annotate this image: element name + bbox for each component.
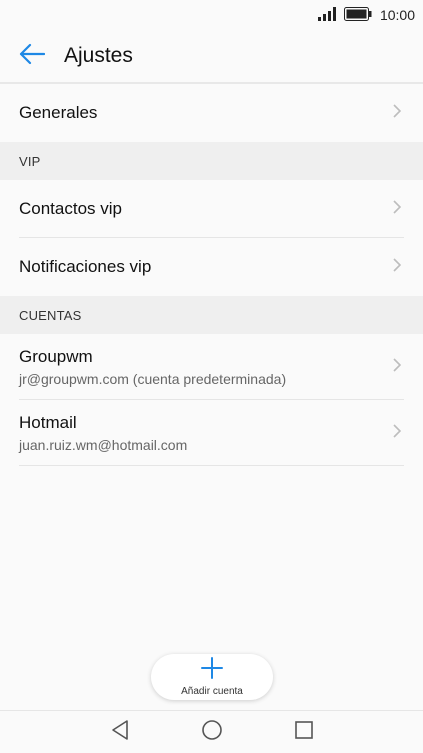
account-name: Hotmail xyxy=(19,413,77,432)
section-header-cuentas: CUENTAS xyxy=(0,296,423,334)
chevron-right-icon xyxy=(390,198,404,221)
page-title: Ajustes xyxy=(64,44,133,67)
status-bar: 10:00 xyxy=(0,0,423,30)
back-triangle-icon xyxy=(110,719,130,746)
settings-item-label: Notificaciones vip xyxy=(19,257,152,276)
signal-icon xyxy=(317,6,336,24)
home-circle-icon xyxy=(201,719,223,746)
settings-item-contactos-vip[interactable]: Contactos vip xyxy=(0,180,423,238)
nav-back-button[interactable] xyxy=(108,719,132,746)
chevron-right-icon xyxy=(390,422,404,445)
status-time: 10:00 xyxy=(379,7,415,23)
back-button[interactable] xyxy=(14,38,50,74)
settings-list: Generales VIP Contactos vip Notificacion… xyxy=(0,84,423,466)
section-header-vip: VIP xyxy=(0,142,423,180)
add-account-label: Añadir cuenta xyxy=(181,686,243,697)
settings-item-notificaciones-vip[interactable]: Notificaciones vip xyxy=(0,238,423,296)
nav-home-button[interactable] xyxy=(200,719,224,746)
account-email: jr@groupwm.com (cuenta predeterminada) xyxy=(19,371,287,387)
plus-icon xyxy=(201,657,223,684)
add-account-button[interactable]: Añadir cuenta xyxy=(151,654,273,700)
back-arrow-icon xyxy=(19,43,46,70)
account-name: Groupwm xyxy=(19,347,93,366)
settings-item-generales[interactable]: Generales xyxy=(0,84,423,142)
settings-item-label: Generales xyxy=(19,103,98,122)
account-email: juan.ruiz.wm@hotmail.com xyxy=(19,437,188,453)
app-bar: Ajustes xyxy=(0,30,423,84)
divider xyxy=(19,465,404,466)
account-item-groupwm[interactable]: Groupwm jr@groupwm.com (cuenta predeterm… xyxy=(0,334,423,400)
battery-icon xyxy=(343,6,372,24)
chevron-right-icon xyxy=(390,256,404,279)
system-nav-bar xyxy=(0,710,423,753)
recents-square-icon xyxy=(294,720,314,745)
chevron-right-icon xyxy=(390,356,404,379)
account-item-hotmail[interactable]: Hotmail juan.ruiz.wm@hotmail.com xyxy=(0,400,423,466)
chevron-right-icon xyxy=(390,102,404,125)
nav-recents-button[interactable] xyxy=(292,720,316,744)
settings-item-label: Contactos vip xyxy=(19,199,122,218)
